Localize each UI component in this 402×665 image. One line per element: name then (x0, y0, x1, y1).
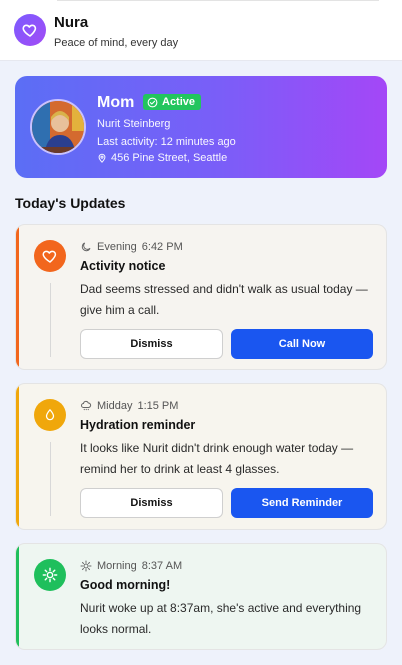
cloud-rain-icon (81, 400, 92, 411)
card-period: Morning (97, 560, 137, 572)
profile-address: 456 Pine Street, Seattle (97, 152, 227, 164)
profile-card[interactable]: Mom Nurit Steinberg Last activity: 12 mi… (15, 76, 387, 178)
location-pin-icon (98, 153, 106, 163)
card-icon-badge (34, 240, 66, 272)
check-circle-icon (147, 97, 158, 107)
card-meta: Evening 6:42 PM (80, 241, 183, 253)
send-reminder-button[interactable]: Send Reminder (231, 488, 373, 518)
dismiss-button[interactable]: Dismiss (80, 488, 223, 518)
card-time: 8:37 AM (141, 560, 183, 572)
profile-name: Mom (97, 94, 135, 111)
moon-icon (81, 242, 91, 252)
top-divider (57, 0, 379, 1)
section-title: Today's Updates (15, 195, 126, 211)
profile-address-text: 456 Pine Street, Seattle (111, 152, 228, 164)
card-title: Hydration reminder (80, 418, 196, 432)
card-time: 6:42 PM (141, 241, 183, 253)
timeline-line (50, 442, 51, 516)
app-logo (14, 14, 46, 46)
status-badge-label: Active (162, 96, 196, 108)
app-subtitle: Peace of mind, every day (54, 37, 179, 49)
card-body: It looks like Nurit didn't drink enough … (80, 441, 354, 476)
card-body: Dad seems stressed and didn't walk as us… (80, 282, 368, 317)
card-title: Good morning! (80, 578, 171, 592)
sun-icon (80, 560, 92, 572)
heart-icon (22, 24, 37, 37)
app-header: Nura Peace of mind, every day (0, 0, 402, 61)
sun-icon (42, 567, 58, 583)
card-period: Evening (97, 241, 137, 253)
update-card-activity: Evening 6:42 PM Activity notice Dad seem… (15, 224, 387, 370)
card-period: Midday (97, 400, 133, 412)
card-meta: Midday 1:15 PM (80, 400, 178, 412)
card-icon-badge (34, 399, 66, 431)
status-badge: Active (143, 94, 202, 110)
timeline-line (50, 283, 51, 357)
update-card-morning: Morning 8:37 AM Good morning! Nurit woke… (15, 543, 387, 650)
card-meta: Morning 8:37 AM (80, 560, 182, 572)
water-drop-icon (45, 409, 55, 421)
avatar (30, 99, 86, 155)
card-time: 1:15 PM (137, 400, 179, 412)
accent-bar (16, 544, 19, 649)
accent-bar (16, 384, 19, 529)
update-card-hydration: Midday 1:15 PM Hydration reminder It loo… (15, 383, 387, 530)
profile-full-name: Nurit Steinberg (97, 118, 171, 130)
profile-last-activity: Last activity: 12 minutes ago (97, 136, 236, 148)
card-title: Activity notice (80, 259, 166, 273)
card-icon-badge (34, 559, 66, 591)
dismiss-button[interactable]: Dismiss (80, 329, 223, 359)
app-title: Nura (54, 14, 89, 31)
card-body: Nurit woke up at 8:37am, she's active an… (80, 601, 362, 636)
heart-icon (42, 250, 57, 263)
accent-bar (16, 225, 19, 369)
call-now-button[interactable]: Call Now (231, 329, 373, 359)
